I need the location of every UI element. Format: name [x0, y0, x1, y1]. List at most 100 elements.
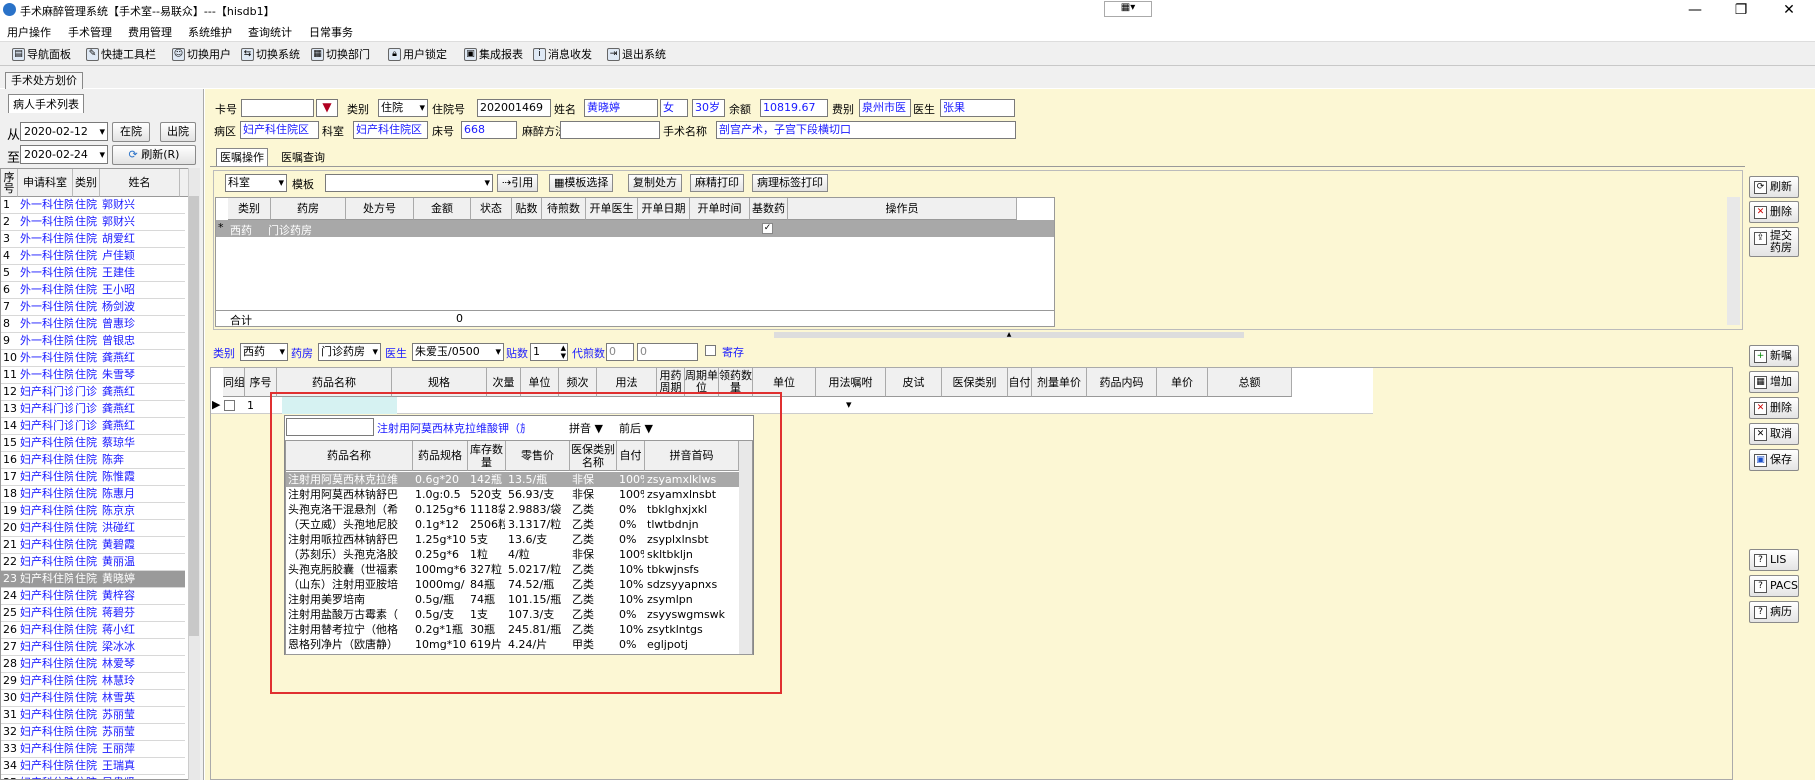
pathology-label-print-button[interactable]: 病理标签打印 — [752, 174, 828, 192]
menu-query[interactable]: 查询统计 — [248, 24, 292, 40]
delete-button[interactable]: ✕ 删除 — [1749, 397, 1799, 419]
stepper-arrows-icon[interactable]: ▲ ▼ — [561, 344, 566, 360]
copy-prescription-button[interactable]: 复制处方 — [628, 174, 682, 192]
table-row[interactable]: 12 妇产科门诊 门诊 龚燕红 — [1, 384, 185, 401]
tie-stepper[interactable]: 1 ▲ ▼ — [530, 343, 568, 361]
grid-arrow-icon[interactable]: ▦▾ — [1104, 1, 1152, 17]
table-row[interactable]: 17 妇产科住院 住院 陈惟霞 — [1, 469, 185, 486]
menu-system[interactable]: 系统维护 — [188, 24, 232, 40]
group-checkbox[interactable] — [224, 400, 235, 411]
table-row[interactable]: 10 外一科住院 住院 龚燕红 — [1, 350, 185, 367]
order-row[interactable]: * 西药 门诊药房 ✓ — [216, 220, 1054, 237]
list-item[interactable]: 注射用阿莫西林钠舒巴 1.0g:0.5 520支 56.93/支 非保 100%zsyam… — [286, 487, 746, 502]
table-row[interactable]: 15 妇产科住院 住院 蔡琼华 — [1, 435, 185, 452]
table-row[interactable]: 27 妇产科住院 住院 梁冰冰 — [1, 639, 185, 656]
toolbar-exit[interactable]: ⇥ 退出系统 — [607, 46, 666, 62]
table-row[interactable]: 28 妇产科住院 住院 林爱琴 — [1, 656, 185, 673]
match-order-select[interactable]: 前后 ▼ — [619, 420, 653, 436]
scrollbar-thumb[interactable] — [189, 196, 199, 636]
table-row[interactable]: 1 外一科住院 住院 郭财兴 — [1, 197, 185, 214]
menu-user-ops[interactable]: 用户操作 — [7, 24, 51, 40]
deposit-checkbox[interactable] — [705, 345, 716, 356]
toolbar-quick-tools[interactable]: ✎ 快捷工具栏 — [86, 46, 156, 62]
tab-order-ops[interactable]: 医嘱操作 — [216, 148, 268, 166]
refresh-list-button[interactable]: ⟳ 刷新(R) — [112, 145, 196, 165]
table-row[interactable]: 3 外一科住院 住院 胡爱红 — [1, 231, 185, 248]
to-date-picker[interactable]: 2020-02-24 ▾ — [20, 145, 108, 164]
list-item[interactable]: 恩格列净片（欧唐静） 10mg*10 619片 4.24/片 甲类 0% egljpotj — [286, 637, 746, 652]
tab-prescription-pricing[interactable]: 手术处方划价 — [5, 72, 83, 89]
detail-type-select[interactable]: 西药 — [240, 343, 288, 361]
anes-field[interactable] — [560, 121, 660, 139]
table-row[interactable]: 34 妇产科住院 住院 王瑞真 — [1, 758, 185, 775]
table-row[interactable]: 24 妇产科住院 住院 黄梓容 — [1, 588, 185, 605]
menu-daily[interactable]: 日常事务 — [309, 24, 353, 40]
inpatient-no-field[interactable]: 202001469 — [477, 99, 551, 117]
table-row[interactable]: 2 外一科住院 住院 郭财兴 — [1, 214, 185, 231]
in-hospital-button[interactable]: 在院 — [112, 122, 150, 142]
menu-fees[interactable]: 费用管理 — [128, 24, 172, 40]
table-row[interactable]: 8 外一科住院 住院 曾惠珍 — [1, 316, 185, 333]
minimize-button[interactable]: — — [1672, 0, 1718, 20]
menu-surgery[interactable]: 手术管理 — [68, 24, 112, 40]
toolbar-switch-user[interactable]: ☺ 切换用户 — [172, 46, 231, 62]
delete-order-button[interactable]: ✕ 删除 — [1749, 201, 1799, 223]
order-vscroll[interactable] — [1727, 197, 1740, 325]
table-row[interactable]: 7 外一科住院 住院 杨剑波 — [1, 299, 185, 316]
narcotic-print-button[interactable]: 麻精打印 — [690, 174, 744, 192]
tab-order-query[interactable]: 医嘱查询 — [278, 149, 328, 166]
table-row[interactable]: 5 外一科住院 住院 王建佳 — [1, 265, 185, 282]
table-row[interactable]: 9 外一科住院 住院 曾银忠 — [1, 333, 185, 350]
table-row[interactable]: 22 妇产科住院 住院 黄丽温 — [1, 554, 185, 571]
card-input[interactable] — [241, 99, 314, 117]
list-item[interactable]: （苏刻乐）头孢克洛胶 0.25g*6 1粒 4/粒 非保 100%skltbkljn — [286, 547, 746, 562]
list-item[interactable]: （天立威）头孢地尼胶 0.1g*12 2506粒 3.1317/粒 乙类 0% tlwtbd… — [286, 517, 746, 532]
list-item[interactable]: 头孢克洛干混悬剂（希 0.125g*6 1118袋 2.9883/袋 乙类 0% tbklg… — [286, 502, 746, 517]
table-row[interactable]: 11 外一科住院 住院 朱雪琴 — [1, 367, 185, 384]
pacs-button[interactable]: ? PACS — [1749, 575, 1799, 597]
close-button[interactable]: ✕ — [1766, 0, 1812, 20]
cancel-button[interactable]: ✕ 取消 — [1749, 423, 1799, 445]
table-row[interactable]: 4 外一科住院 住院 卢佳颖 — [1, 248, 185, 265]
toolbar-nav-panel[interactable]: ▤ 导航面板 — [12, 46, 71, 62]
discharged-button[interactable]: 出院 — [160, 122, 196, 142]
table-row[interactable]: 32 妇产科住院 住院 苏丽莹 — [1, 724, 185, 741]
toolbar-user-lock[interactable]: 🔒︎ 用户锁定 — [388, 46, 447, 62]
table-row[interactable]: 23 妇产科住院 住院 黄晓婷 — [1, 571, 185, 588]
list-item[interactable]: 注射用盐酸万古霉素（ 0.5g/支 1支 107.3/支 乙类 0% zsyyswgmswk — [286, 607, 746, 622]
daijian-field-2[interactable]: 0 — [637, 343, 698, 361]
template-select[interactable] — [325, 174, 493, 192]
template-choose-button[interactable]: ▦模板选择 — [549, 174, 614, 192]
daijian-field[interactable]: 0 — [606, 343, 634, 361]
popup-search-input[interactable] — [286, 418, 374, 436]
toolbar-messages[interactable]: i 消息收发 — [533, 46, 592, 62]
table-row[interactable]: 16 妇产科住院 住院 陈奔 — [1, 452, 185, 469]
table-row[interactable]: 26 妇产科住院 住院 蒋小红 — [1, 622, 185, 639]
table-row[interactable]: 13 妇产科门诊 门诊 龚燕红 — [1, 401, 185, 418]
table-row[interactable]: 6 外一科住院 住院 王小昭 — [1, 282, 185, 299]
table-row[interactable]: 21 妇产科住院 住院 黄碧霞 — [1, 537, 185, 554]
list-item[interactable]: 注射用哌拉西林钠舒巴 1.25g*10 5支 13.6/支 乙类 0% zsyplxlnsb… — [286, 532, 746, 547]
table-row[interactable]: 29 妇产科住院 住院 林慧玲 — [1, 673, 185, 690]
table-row[interactable]: 33 妇产科住院 住院 王丽萍 — [1, 741, 185, 758]
base-drug-checkbox[interactable]: ✓ — [762, 223, 773, 234]
card-reader-icon[interactable]: ▼ — [316, 99, 338, 117]
splitter-handle[interactable]: ▲ — [774, 332, 1244, 338]
detail-doctor-select[interactable]: 朱爱玉/0500 — [412, 343, 504, 361]
save-button[interactable]: ▣ 保存 — [1749, 449, 1799, 471]
toolbar-switch-system[interactable]: ⇆ 切换系统 — [241, 46, 300, 62]
quote-button[interactable]: ⇢引用 — [497, 174, 539, 192]
table-row[interactable]: 20 妇产科住院 住院 洪碰红 — [1, 520, 185, 537]
tab-patient-surgery-list[interactable]: 病人手术列表 — [8, 94, 84, 113]
table-row[interactable]: 25 妇产科住院 住院 蒋碧芬 — [1, 605, 185, 622]
restore-button[interactable]: ❐ — [1718, 0, 1764, 20]
lis-button[interactable]: ? LIS — [1749, 549, 1799, 571]
toolbar-reports[interactable]: ▣ 集成报表 — [464, 46, 523, 62]
table-row[interactable]: 18 妇产科住院 住院 陈惠月 — [1, 486, 185, 503]
detail-pharmacy-select[interactable]: 门诊药房 — [318, 343, 381, 361]
dept-select[interactable]: 科室 — [225, 174, 287, 192]
add-button[interactable]: ▦ 增加 — [1749, 371, 1799, 393]
list-item[interactable]: 注射用美罗培南 0.5g/瓶 74瓶 101.15/瓶 乙类 10% zsymlpn — [286, 592, 746, 607]
refresh-button[interactable]: ⟳ 刷新 — [1749, 176, 1799, 198]
table-row[interactable]: 14 妇产科门诊 门诊 龚燕红 — [1, 418, 185, 435]
